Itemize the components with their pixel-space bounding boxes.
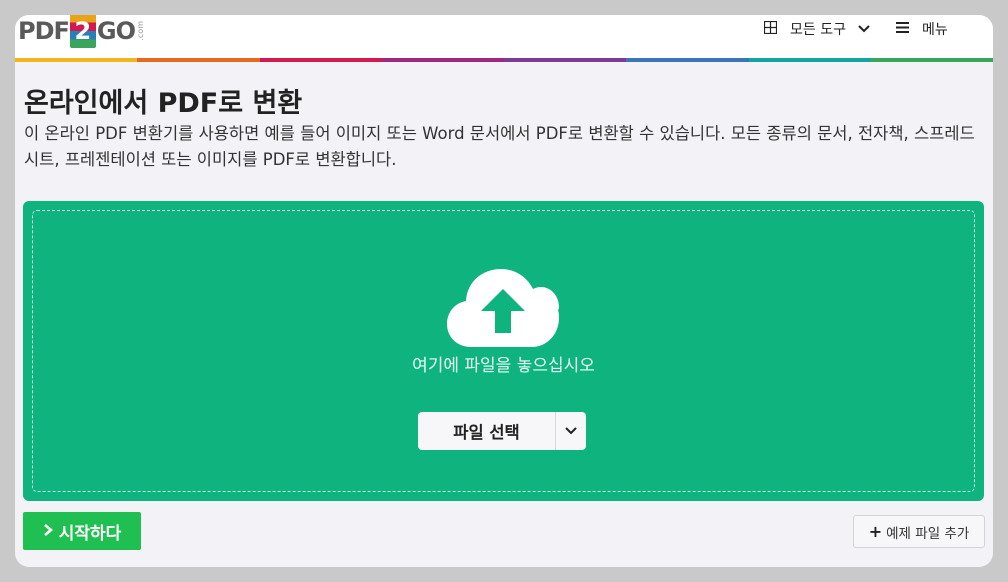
add-example-label: 예제 파일 추가: [886, 525, 970, 542]
file-source-dropdown-toggle[interactable]: [556, 427, 586, 435]
all-tools-dropdown[interactable]: 모든 도구: [763, 15, 870, 43]
choose-file-button[interactable]: 파일 선택: [418, 419, 555, 443]
plus-icon: +: [868, 522, 883, 541]
all-tools-label: 모든 도구: [790, 22, 846, 38]
start-button[interactable]: 시작하다: [23, 512, 141, 550]
grid-icon: [763, 20, 777, 38]
start-label: 시작하다: [58, 523, 122, 544]
chevron-down-icon: [858, 21, 870, 37]
choose-file-button-group: 파일 선택: [418, 412, 586, 450]
top-navbar: PDF 2 GO .com 모든 도구 메뉴: [15, 15, 993, 62]
app-window: PDF 2 GO .com 모든 도구 메뉴 온라인에서 PDF로 변환 이 온…: [15, 15, 993, 567]
main-menu-button[interactable]: 메뉴: [895, 15, 948, 43]
drop-files-text: 여기에 파일을 놓으십시오: [412, 356, 595, 376]
pdf2go-logo[interactable]: PDF 2 GO .com: [18, 15, 145, 51]
cloud-upload-icon: [447, 267, 559, 349]
chevron-right-icon: [43, 521, 53, 542]
page-description: 이 온라인 PDF 변환기를 사용하면 예를 들어 이미지 또는 Word 문서…: [24, 124, 975, 169]
brand-color-stripe: [15, 58, 993, 62]
chevron-down-icon: [565, 427, 577, 435]
add-example-file-button[interactable]: + 예제 파일 추가: [853, 515, 985, 548]
file-dropzone[interactable]: 여기에 파일을 놓으십시오 파일 선택: [23, 201, 984, 501]
page-title: 온라인에서 PDF로 변환: [24, 88, 303, 119]
hamburger-icon: [895, 21, 909, 37]
menu-label: 메뉴: [922, 22, 948, 38]
